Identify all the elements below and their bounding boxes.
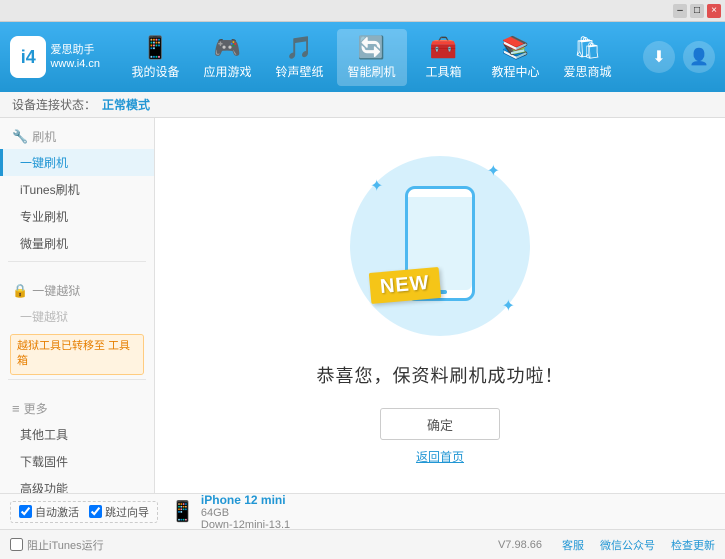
nav-item-toolbox[interactable]: 🧰工具箱: [409, 29, 479, 86]
new-badge-text: NEW: [379, 272, 430, 298]
sidebar-item-other-tools[interactable]: 其他工具: [0, 421, 154, 448]
sidebar-item-advanced[interactable]: 高级功能: [0, 475, 154, 493]
maximize-button[interactable]: □: [690, 4, 704, 18]
success-illustration: NEW ✦ ✦ ✦: [340, 146, 540, 346]
nav-items: 📱我的设备🎮应用游戏🎵铃声壁纸🔄智能刷机🧰工具箱📚教程中心🛍爱思商城: [100, 29, 643, 86]
device-info: 📱 iPhone 12 mini 64GB Down-12mini-13.1: [170, 493, 290, 531]
skip-wizard-label: 跳过向导: [105, 504, 149, 520]
nav-item-smart-flash[interactable]: 🔄智能刷机: [337, 29, 407, 86]
sidebar-section-2: ≡更多其他工具下载固件高级功能: [0, 390, 154, 493]
sidebar-note-1: 越狱工具已转移至 工具箱: [10, 334, 144, 375]
section-icon-1: 🔒: [12, 283, 28, 299]
sparkle-icon-2: ✦: [487, 161, 500, 181]
confirm-button[interactable]: 确定: [380, 408, 500, 440]
nav-icon-my-device: 📱: [142, 35, 169, 61]
sparkle-icon-3: ✦: [502, 296, 515, 316]
sidebar-divider: [8, 379, 146, 380]
device-icon: 📱: [170, 499, 195, 524]
checkbox-group: 自动激活 跳过向导: [10, 501, 158, 523]
auto-start-label: 自动激活: [35, 504, 79, 520]
stop-itunes: 阻止iTunes运行: [10, 537, 104, 553]
nav-item-apps-games[interactable]: 🎮应用游戏: [193, 29, 263, 86]
sidebar-section-header-0: 🔧刷机: [0, 124, 154, 149]
nav-right: ⬇ 👤: [643, 41, 715, 73]
logo: i4 爱思助手 www.i4.cn: [10, 36, 100, 78]
check-update-link[interactable]: 检查更新: [671, 537, 715, 553]
nav-item-tutorials[interactable]: 📚教程中心: [481, 29, 551, 86]
sidebar-item-one-click-flash[interactable]: 一键刷机: [0, 149, 154, 176]
auto-start-checkbox[interactable]: [19, 505, 32, 518]
success-text: 恭喜您，保资料刷机成功啦！: [317, 362, 564, 388]
sidebar-item-pro-flash[interactable]: 专业刷机: [0, 203, 154, 230]
auto-start-checkbox-label[interactable]: 自动激活: [19, 504, 79, 520]
titlebar: – □ ×: [0, 0, 725, 22]
status-label: 设备连接状态：: [12, 96, 96, 113]
bottom-device-bar: 自动激活 跳过向导 📱 iPhone 12 mini 64GB Down-12m…: [0, 493, 725, 529]
nav-icon-ringtones: 🎵: [286, 35, 313, 61]
skip-wizard-checkbox-label[interactable]: 跳过向导: [89, 504, 149, 520]
stop-itunes-checkbox[interactable]: [10, 538, 23, 551]
bottom-bar: 阻止iTunes运行 V7.98.66 客服 微信公众号 检查更新: [0, 529, 725, 559]
device-firmware: Down-12mini-13.1: [201, 519, 290, 531]
section-icon-0: 🔧: [12, 129, 28, 145]
back-home-link[interactable]: 返回首页: [416, 448, 464, 465]
sidebar-section-header-2: ≡更多: [0, 396, 154, 421]
version-text: V7.98.66: [498, 539, 542, 551]
support-link[interactable]: 客服: [562, 537, 584, 553]
main-layout: 🔧刷机一键刷机iTunes刷机专业刷机微量刷机🔒一键越狱一键越狱越狱工具已转移至…: [0, 118, 725, 493]
sidebar-disabled-item: 一键越狱: [0, 303, 154, 330]
sidebar-section-0: 🔧刷机一键刷机iTunes刷机专业刷机微量刷机: [0, 118, 154, 272]
minimize-button[interactable]: –: [673, 4, 687, 18]
close-button[interactable]: ×: [707, 4, 721, 18]
logo-text: 爱思助手 www.i4.cn: [50, 43, 100, 72]
wechat-link[interactable]: 微信公众号: [600, 537, 655, 553]
nav-item-my-device[interactable]: 📱我的设备: [121, 29, 191, 86]
skip-wizard-checkbox[interactable]: [89, 505, 102, 518]
nav-icon-store: 🛍: [574, 35, 602, 61]
download-button[interactable]: ⬇: [643, 41, 675, 73]
nav-icon-apps-games: 🎮: [214, 35, 241, 61]
nav-item-ringtones[interactable]: 🎵铃声壁纸: [265, 29, 335, 86]
status-value: 正常模式: [102, 96, 150, 113]
user-button[interactable]: 👤: [683, 41, 715, 73]
nav-icon-smart-flash: 🔄: [358, 35, 385, 61]
sidebar-divider: [8, 261, 146, 262]
nav-icon-toolbox: 🧰: [430, 35, 457, 61]
sidebar-item-download-firmware[interactable]: 下载固件: [0, 448, 154, 475]
statusbar: 设备连接状态： 正常模式: [0, 92, 725, 118]
header: i4 爱思助手 www.i4.cn 📱我的设备🎮应用游戏🎵铃声壁纸🔄智能刷机🧰工…: [0, 22, 725, 92]
sidebar-section-header-1: 🔒一键越狱: [0, 278, 154, 303]
device-name: iPhone 12 mini: [201, 493, 290, 507]
device-details: iPhone 12 mini 64GB Down-12mini-13.1: [201, 493, 290, 531]
nav-icon-tutorials: 📚: [502, 35, 529, 61]
section-icon-2: ≡: [12, 401, 20, 416]
sidebar-item-micro-flash[interactable]: 微量刷机: [0, 230, 154, 257]
content-area: NEW ✦ ✦ ✦ 恭喜您，保资料刷机成功啦！ 确定 返回首页: [155, 118, 725, 493]
nav-item-store[interactable]: 🛍爱思商城: [553, 29, 623, 86]
new-ribbon: NEW: [369, 267, 441, 304]
device-storage: 64GB: [201, 507, 290, 519]
sidebar-item-itunes-flash[interactable]: iTunes刷机: [0, 176, 154, 203]
logo-icon: i4: [10, 36, 46, 78]
sidebar-section-1: 🔒一键越狱一键越狱越狱工具已转移至 工具箱: [0, 272, 154, 390]
sidebar: 🔧刷机一键刷机iTunes刷机专业刷机微量刷机🔒一键越狱一键越狱越狱工具已转移至…: [0, 118, 155, 493]
sparkle-icon-1: ✦: [370, 176, 383, 196]
stop-itunes-label: 阻止iTunes运行: [27, 537, 104, 553]
